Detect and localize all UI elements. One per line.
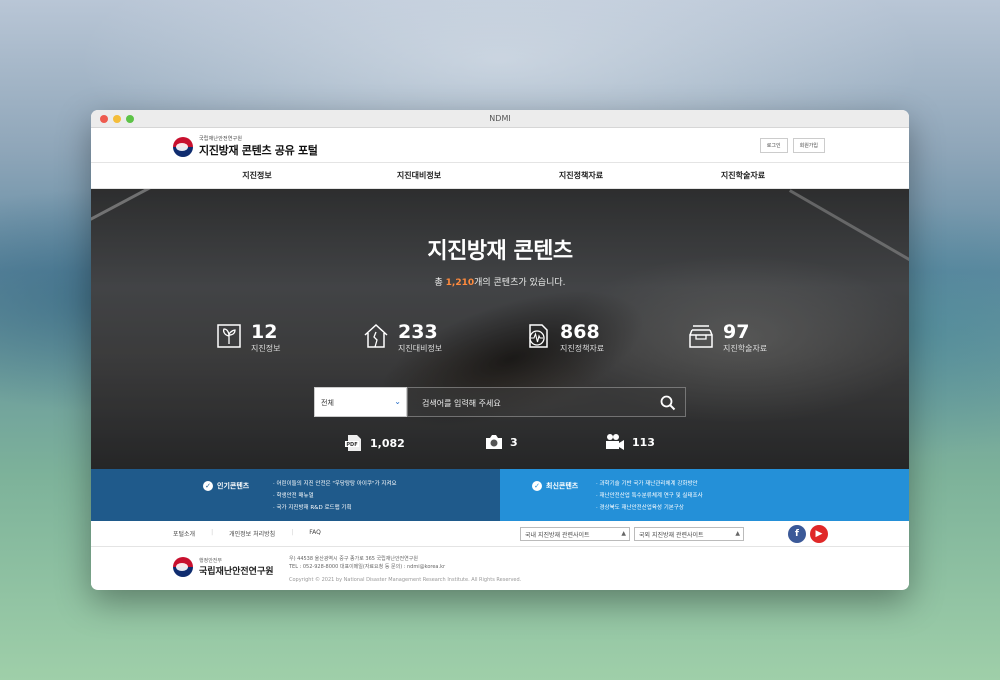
video-count: 113 bbox=[632, 435, 655, 449]
footer-logo: 행정안전부 국립재난안전연구원 bbox=[173, 557, 274, 577]
hero-subtitle: 총 1,210개의 콘텐츠가 있습니다. bbox=[434, 278, 566, 288]
footer-org-name: 국립재난안전연구원 bbox=[199, 567, 274, 577]
taegeuk-logo-icon bbox=[173, 557, 193, 577]
check-circle-icon: ✓ bbox=[532, 481, 542, 491]
portal-intro-link[interactable]: 포털소개 bbox=[173, 529, 195, 538]
check-circle-icon: ✓ bbox=[203, 481, 213, 491]
maximize-window-button[interactable] bbox=[126, 115, 134, 123]
privacy-policy-link[interactable]: 개인정보 처리방침 bbox=[229, 529, 275, 538]
photo-count: 3 bbox=[510, 435, 518, 449]
nav-item-earthquake-info[interactable]: 지진정보 bbox=[176, 170, 338, 181]
latest-item[interactable]: 재난안전산업 특수분류체계 연구 및 실태조사 bbox=[596, 490, 703, 502]
domestic-sites-select[interactable]: 국내 지진방재 관련사이트 ▲ bbox=[520, 527, 630, 541]
stat-value: 12 bbox=[251, 321, 278, 343]
popular-title[interactable]: 인기콘텐츠 bbox=[217, 481, 249, 491]
plant-icon bbox=[217, 324, 241, 348]
facebook-icon[interactable]: f bbox=[788, 525, 806, 543]
signup-button[interactable]: 회원가입 bbox=[792, 138, 825, 153]
camera-icon bbox=[486, 435, 502, 449]
footer-links-bar: 포털소개 | 개인정보 처리방침 | FAQ 국내 지진방재 관련사이트 ▲ 국… bbox=[91, 521, 909, 547]
footer-contact: TEL : 052-928-8000 대표이메일(자료요청 등 문의) : nd… bbox=[289, 564, 446, 570]
stat-label: 지진학술자료 bbox=[723, 344, 768, 353]
window-title: NDMI bbox=[489, 114, 511, 123]
media-photo[interactable]: 3 bbox=[484, 433, 518, 451]
pdf-icon: PDF bbox=[345, 435, 361, 451]
stat-academic-materials[interactable]: 97 지진학술자료 bbox=[687, 322, 767, 354]
overseas-sites-select[interactable]: 국외 지진방재 관련사이트 ▲ bbox=[634, 527, 744, 541]
stat-earthquake-info[interactable]: 12 지진정보 bbox=[215, 322, 280, 354]
video-camera-icon bbox=[606, 434, 624, 450]
popular-item[interactable]: 국가 지진방재 R&D 로드맵 기획 bbox=[273, 502, 397, 514]
site-header: 국립재난안전연구원 지진방재 콘텐츠 공유 포털 로그인 회원가입 bbox=[91, 128, 909, 162]
footer-copyright: Copyright © 2021 by National Disaster Ma… bbox=[289, 577, 522, 583]
logo-org-name: 국립재난안전연구원 bbox=[199, 136, 243, 142]
site-title: 지진방재 콘텐츠 공유 포털 bbox=[199, 144, 318, 157]
pdf-count: 1,082 bbox=[370, 436, 405, 450]
latest-title[interactable]: 최신콘텐츠 bbox=[546, 481, 578, 491]
total-content-count: 1,210 bbox=[445, 278, 475, 288]
footer-ministry: 행정안전부 bbox=[199, 558, 223, 564]
latest-item[interactable]: 과학기술 기반 국가 재난관리체계 강화방안 bbox=[596, 478, 703, 490]
close-window-button[interactable] bbox=[100, 115, 108, 123]
stat-label: 지진정책자료 bbox=[560, 344, 605, 353]
main-nav: 지진정보 지진대비정보 지진정책자료 지진학술자료 bbox=[91, 162, 909, 189]
latest-contents: ✓ 최신콘텐츠 과학기술 기반 국가 재난관리체계 강화방안 재난안전산업 특수… bbox=[500, 469, 909, 521]
hero-title: 지진방재 콘텐츠 bbox=[427, 239, 573, 264]
stat-value: 233 bbox=[398, 321, 438, 343]
media-video[interactable]: 113 bbox=[604, 433, 655, 451]
search-input[interactable]: 검색어를 입력해 주세요 bbox=[407, 387, 686, 417]
chevron-down-icon: ⌄ bbox=[394, 397, 401, 406]
login-button[interactable]: 로그인 bbox=[759, 138, 788, 153]
stat-label: 지진정보 bbox=[251, 344, 281, 353]
hero-section: 지진방재 콘텐츠 총 1,210개의 콘텐츠가 있습니다. 12 지진정보 23… bbox=[91, 189, 909, 469]
window-controls bbox=[100, 115, 134, 123]
search-category-select[interactable]: 전체 ⌄ bbox=[314, 387, 407, 417]
nav-item-academic-materials[interactable]: 지진학술자료 bbox=[662, 170, 824, 181]
stat-preparedness-info[interactable]: 233 지진대비정보 bbox=[362, 322, 442, 354]
latest-list: 과학기술 기반 국가 재난관리체계 강화방안 재난안전산업 특수분류체계 연구 … bbox=[596, 478, 703, 514]
chevron-down-icon: ▲ bbox=[735, 530, 740, 537]
content-banner: ✓ 인기콘텐츠 어린이들의 지진 안전은 "우당탕탕 아이쿠"가 지켜요 학생안… bbox=[91, 469, 909, 521]
latest-item[interactable]: 경상북도 재난안전산업육성 기본구상 bbox=[596, 502, 703, 514]
archive-tray-icon bbox=[689, 325, 713, 348]
site-logo[interactable]: 국립재난안전연구원 지진방재 콘텐츠 공유 포털 bbox=[173, 135, 318, 158]
svg-text:PDF: PDF bbox=[346, 442, 357, 448]
stat-label: 지진대비정보 bbox=[398, 344, 443, 353]
browser-window: NDMI 국립재난안전연구원 지진방재 콘텐츠 공유 포털 로그인 회원가입 지… bbox=[91, 110, 909, 590]
media-pdf[interactable]: PDF 1,082 bbox=[344, 433, 405, 453]
popular-item[interactable]: 학생안전 매뉴얼 bbox=[273, 490, 397, 502]
search-icon[interactable] bbox=[660, 395, 676, 411]
window-titlebar: NDMI bbox=[91, 110, 909, 128]
stat-policy-materials[interactable]: 868 지진정책자료 bbox=[524, 322, 604, 354]
taegeuk-logo-icon bbox=[173, 136, 193, 157]
footer-address: 우) 44538 울산광역시 중구 종가로 365 국립재난안전연구원 bbox=[289, 556, 418, 562]
nav-item-preparedness-info[interactable]: 지진대비정보 bbox=[338, 170, 500, 181]
stat-value: 868 bbox=[560, 321, 600, 343]
popular-contents: ✓ 인기콘텐츠 어린이들의 지진 안전은 "우당탕탕 아이쿠"가 지켜요 학생안… bbox=[91, 469, 500, 521]
site-footer: 행정안전부 국립재난안전연구원 우) 44538 울산광역시 중구 종가로 36… bbox=[91, 547, 909, 589]
footer-info: 우) 44538 울산광역시 중구 종가로 365 국립재난안전연구원 TEL … bbox=[289, 555, 521, 584]
popular-list: 어린이들의 지진 안전은 "우당탕탕 아이쿠"가 지켜요 학생안전 매뉴얼 국가… bbox=[273, 478, 397, 514]
cracked-house-icon bbox=[364, 323, 388, 348]
minimize-window-button[interactable] bbox=[113, 115, 121, 123]
popular-item[interactable]: 어린이들의 지진 안전은 "우당탕탕 아이쿠"가 지켜요 bbox=[273, 478, 397, 490]
seismograph-document-icon bbox=[529, 324, 548, 348]
nav-item-policy-materials[interactable]: 지진정책자료 bbox=[500, 170, 662, 181]
search-bar: 전체 ⌄ 검색어를 입력해 주세요 bbox=[314, 387, 686, 417]
chevron-down-icon: ▲ bbox=[621, 530, 626, 537]
youtube-icon[interactable]: ▶ bbox=[810, 525, 828, 543]
faq-link[interactable]: FAQ bbox=[309, 529, 321, 538]
stat-value: 97 bbox=[723, 321, 750, 343]
